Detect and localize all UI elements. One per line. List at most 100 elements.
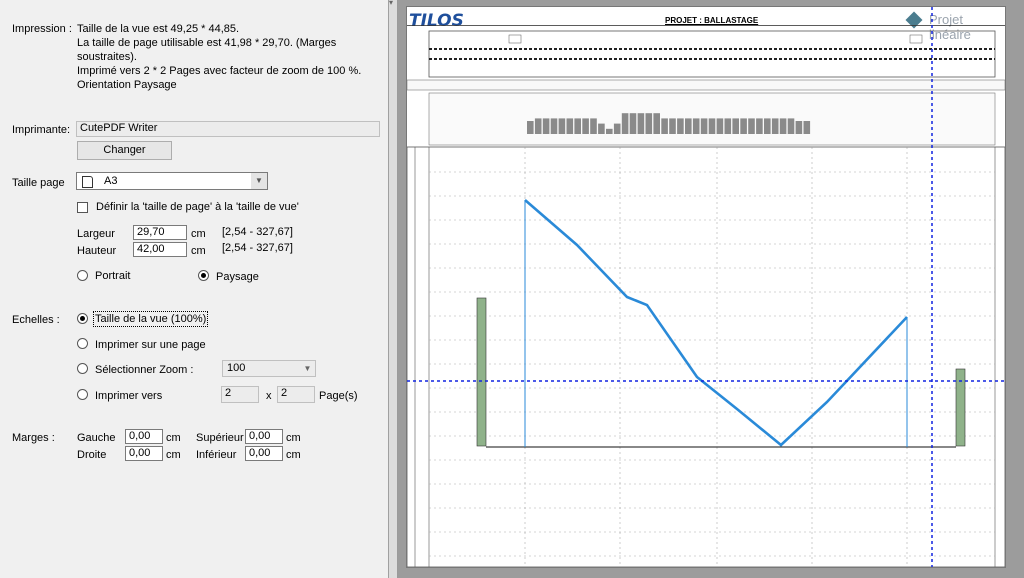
page-size-select[interactable]: A3 ▼	[76, 172, 268, 190]
histogram-bar	[740, 118, 747, 134]
inferieur-input[interactable]: 0,00	[245, 446, 283, 461]
histogram-bar	[803, 121, 811, 134]
histogram-bar	[669, 118, 676, 134]
histogram-bar	[716, 118, 724, 134]
histogram-bar	[692, 118, 700, 134]
histogram-bar	[653, 113, 660, 134]
define-size-checkbox[interactable]	[77, 202, 88, 213]
panel-splitter[interactable]: ▾	[389, 0, 398, 578]
histogram-bar	[534, 118, 542, 134]
histogram-bar	[645, 113, 653, 134]
pages-x-input[interactable]: 2	[221, 386, 259, 403]
hauteur-label: Hauteur	[77, 245, 117, 257]
imprimante-label: Imprimante:	[12, 124, 71, 136]
print-to-radio[interactable]	[77, 389, 88, 400]
histogram-bar	[566, 118, 574, 134]
impression-line-1: Taille de la vue est 49,25 * 44,85.	[77, 23, 240, 35]
one-page-label: Imprimer sur une page	[95, 339, 206, 351]
superieur-label: Supérieur	[196, 432, 244, 444]
histogram-bar	[756, 118, 763, 134]
change-printer-button[interactable]: Changer	[77, 141, 172, 160]
histogram-bar	[558, 118, 566, 134]
zoom-radio[interactable]	[77, 363, 88, 374]
superieur-unit: cm	[286, 432, 301, 444]
left-ramp	[476, 297, 487, 447]
impression-line-2: La taille de page utilisable est 41,98 *…	[77, 37, 337, 49]
droite-unit: cm	[166, 449, 181, 461]
taille-page-label: Taille page	[12, 177, 65, 189]
histogram-bar	[748, 118, 755, 134]
define-size-label: Définir la 'taille de page' à la 'taille…	[96, 201, 299, 213]
portrait-label: Portrait	[95, 270, 131, 282]
superieur-input[interactable]: 0,00	[245, 429, 283, 444]
echelles-label: Echelles :	[12, 314, 60, 326]
pages-y-input[interactable]: 2	[277, 386, 315, 403]
histogram-bar	[590, 118, 597, 134]
largeur-range: [2,54 - 327,67]	[222, 226, 293, 238]
histogram-bar	[685, 118, 692, 134]
histogram-bar	[613, 123, 621, 134]
histogram-bar	[771, 118, 779, 134]
scale-view-radio[interactable]	[77, 313, 88, 324]
histogram-bar	[764, 118, 771, 134]
histogram-bar	[779, 118, 787, 134]
scale-view-label: Taille de la vue (100%)	[92, 311, 209, 327]
largeur-input[interactable]: 29,70	[133, 225, 187, 240]
preview-drawing	[407, 7, 1005, 567]
zoom-select[interactable]: 100 ▼	[222, 360, 316, 377]
times-label: x	[266, 390, 272, 402]
impression-label: Impression :	[12, 23, 72, 35]
droite-input[interactable]: 0,00	[125, 446, 163, 461]
histogram-bar	[637, 113, 645, 134]
page-size-value: A3	[104, 175, 118, 187]
zoom-value: 100	[227, 362, 246, 374]
histogram-bar	[724, 118, 732, 134]
histogram-bar	[574, 118, 581, 134]
histogram-bar	[582, 118, 589, 134]
zoom-label: Sélectionner Zoom :	[95, 364, 194, 376]
histogram-bar	[661, 118, 668, 134]
droite-label: Droite	[77, 449, 107, 461]
one-page-radio[interactable]	[77, 338, 88, 349]
histogram-bar	[629, 113, 637, 134]
impression-line-4: Imprimé vers 2 * 2 Pages avec facteur de…	[77, 65, 362, 77]
marges-label: Marges :	[12, 432, 55, 444]
print-to-label: Imprimer vers	[95, 390, 163, 402]
print-preview-area: TILOS PROJET : BALLASTAGE Projet linéair…	[398, 0, 1024, 578]
histogram-bar	[550, 118, 558, 134]
preview-page: TILOS PROJET : BALLASTAGE Projet linéair…	[406, 6, 1006, 568]
impression-line-5: Orientation Paysage	[77, 79, 177, 91]
histogram-bar	[527, 121, 534, 134]
histogram-bar	[700, 118, 708, 134]
chevron-down-icon: ▾	[389, 0, 394, 7]
histogram-bar	[621, 113, 629, 134]
histogram-bar	[795, 121, 803, 134]
hauteur-unit: cm	[191, 245, 206, 257]
hauteur-input[interactable]: 42,00	[133, 242, 187, 257]
histogram-bar	[542, 118, 550, 134]
paysage-radio[interactable]	[198, 270, 209, 281]
page-icon	[82, 176, 93, 188]
inferieur-unit: cm	[286, 449, 301, 461]
gauche-input[interactable]: 0,00	[125, 429, 163, 444]
inferieur-label: Inférieur	[196, 449, 237, 461]
printer-name-field: CutePDF Writer	[76, 121, 380, 137]
largeur-unit: cm	[191, 228, 206, 240]
histogram-bar	[732, 118, 739, 134]
progress-line	[524, 199, 908, 447]
print-settings-panel: Impression : Taille de la vue est 49,25 …	[0, 0, 389, 578]
hauteur-range: [2,54 - 327,67]	[222, 242, 293, 254]
histogram-bar	[606, 128, 613, 134]
chevron-down-icon[interactable]: ▼	[251, 173, 267, 189]
paysage-label: Paysage	[216, 271, 259, 283]
histogram-bar	[677, 118, 684, 134]
histogram-bar	[598, 123, 605, 134]
gauche-unit: cm	[166, 432, 181, 444]
histogram-bar	[787, 118, 795, 134]
largeur-label: Largeur	[77, 228, 115, 240]
pages-label: Page(s)	[319, 390, 358, 402]
portrait-radio[interactable]	[77, 270, 88, 281]
chevron-down-icon[interactable]: ▼	[300, 361, 315, 376]
histogram-bar	[708, 118, 716, 134]
gauche-label: Gauche	[77, 432, 116, 444]
